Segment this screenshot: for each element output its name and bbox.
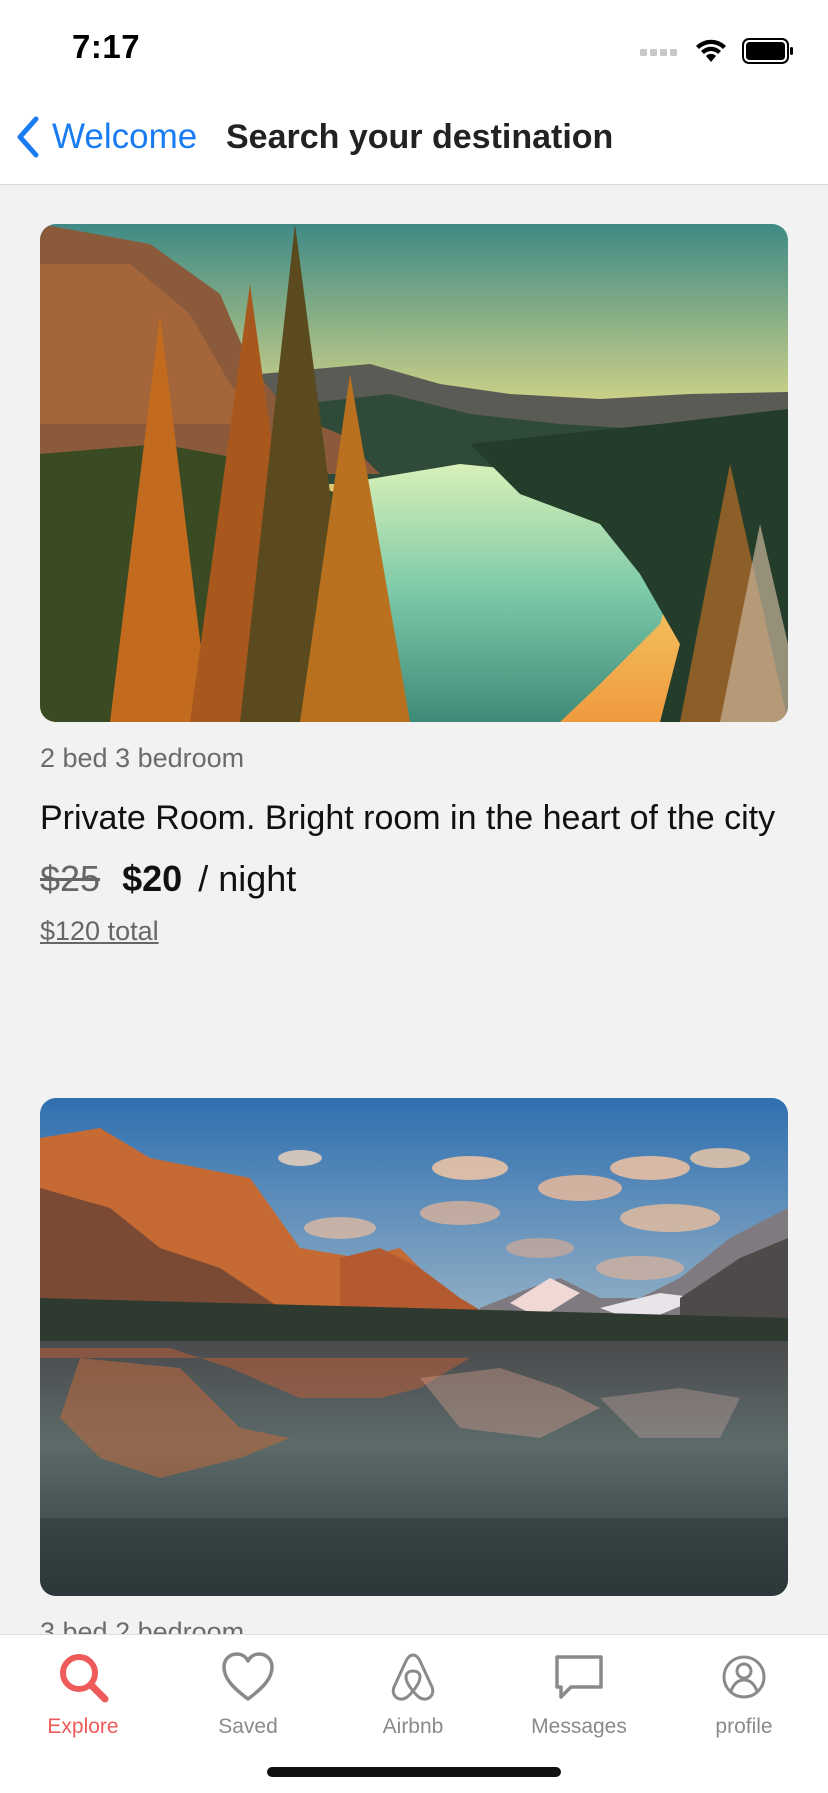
- listing-scroll-view[interactable]: 2 bed 3 bedroom Private Room. Bright roo…: [0, 185, 828, 1635]
- navigation-bar: Welcome Search your destination: [0, 90, 828, 185]
- heart-icon: [222, 1652, 274, 1701]
- price-row: $25 $20 / night: [40, 854, 788, 904]
- back-button[interactable]: Welcome: [14, 90, 197, 184]
- cellular-signal-icon: [640, 49, 677, 56]
- status-time: 7:17: [72, 28, 141, 65]
- status-bar: 7:17: [0, 0, 828, 90]
- forest-lake-sunset-photo[interactable]: [40, 224, 788, 722]
- user-circle-icon: [722, 1655, 766, 1699]
- wifi-icon: [696, 39, 726, 62]
- tab-profile[interactable]: profile: [661, 1649, 827, 1749]
- home-indicator: [267, 1767, 561, 1777]
- price-unit: / night: [198, 858, 297, 899]
- airbnb-logo-icon: [391, 1653, 435, 1701]
- listing-beds: 3 bed 2 bedroom: [40, 1617, 245, 1635]
- listing-card[interactable]: 3 bed 2 bedroom: [40, 1098, 788, 1635]
- tab-label: Messages: [531, 1715, 627, 1738]
- page-title: Search your destination: [226, 118, 614, 156]
- listing-title[interactable]: Private Room. Bright room in the heart o…: [40, 792, 788, 844]
- listing-card[interactable]: 2 bed 3 bedroom Private Room. Bright roo…: [40, 224, 788, 947]
- battery-icon: [742, 38, 793, 64]
- listing-beds: 2 bed 3 bedroom: [40, 743, 245, 773]
- original-price: $25: [40, 858, 101, 899]
- tab-label: profile: [715, 1715, 773, 1738]
- tab-label: Saved: [218, 1715, 278, 1738]
- tab-label: Explore: [47, 1715, 119, 1738]
- back-label: Welcome: [52, 117, 198, 156]
- search-icon: [60, 1654, 109, 1703]
- message-bubble-icon: [555, 1655, 603, 1699]
- tab-saved[interactable]: Saved: [165, 1649, 331, 1749]
- status-icons: [640, 34, 794, 68]
- chevron-left-icon: [17, 116, 39, 158]
- tab-airbnb[interactable]: Airbnb: [330, 1649, 496, 1749]
- discount-price: $20: [122, 858, 183, 899]
- tab-messages[interactable]: Messages: [496, 1649, 662, 1749]
- tab-explore[interactable]: Explore: [0, 1649, 166, 1749]
- mountain-lake-reflection-photo[interactable]: [40, 1098, 788, 1596]
- total-price-link[interactable]: $120 total: [40, 916, 159, 947]
- tab-label: Airbnb: [382, 1715, 444, 1738]
